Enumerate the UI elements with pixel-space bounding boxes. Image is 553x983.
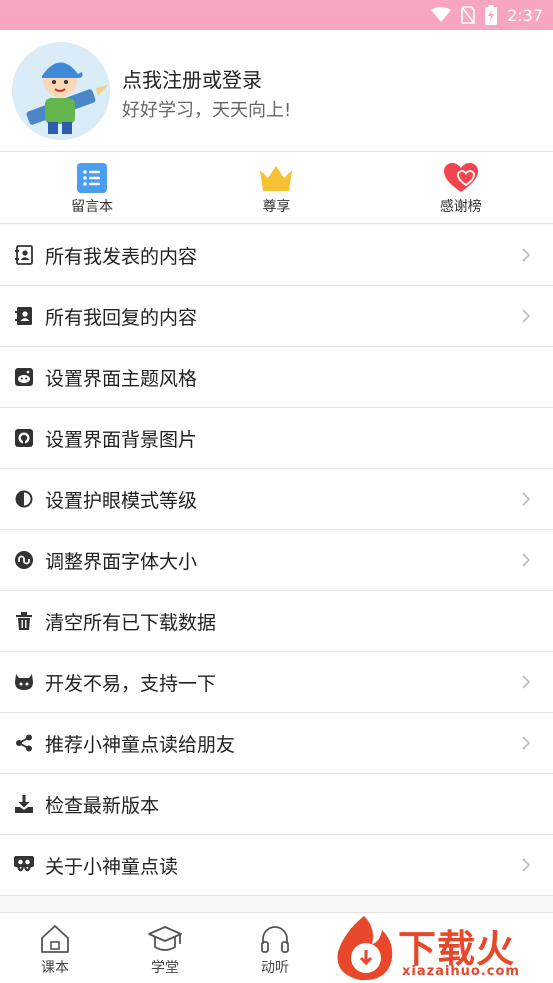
- tab-audio[interactable]: 动听: [220, 913, 330, 983]
- menu-background[interactable]: 设置界面背景图片: [0, 408, 553, 469]
- stumbleupon-icon: [13, 549, 35, 571]
- quick-thanks[interactable]: 感谢榜: [369, 152, 553, 223]
- chevron-right-icon: [521, 857, 531, 873]
- status-clock: 2:37: [507, 5, 543, 25]
- status-icons: 2:37: [431, 0, 543, 30]
- profile-motto: 好好学习，天天向上!: [122, 100, 292, 121]
- menu-share[interactable]: 推荐小神童点读给朋友: [0, 713, 553, 774]
- menu-about[interactable]: 关于小神童点读: [0, 835, 553, 896]
- tab-classroom-label: 学堂: [151, 960, 179, 976]
- quick-premium-label: 尊享: [262, 199, 291, 215]
- github-alt-icon: [13, 671, 35, 693]
- menu-clear-data[interactable]: 清空所有已下载数据: [0, 591, 553, 652]
- contrast-icon: [13, 488, 35, 510]
- menu-background-label: 设置界面背景图片: [45, 428, 198, 451]
- reddit-icon: [13, 366, 35, 388]
- menu-my-posts-label: 所有我发表的内容: [45, 245, 198, 268]
- chevron-right-icon: [521, 308, 531, 324]
- crown-icon: [259, 162, 293, 194]
- quick-actions: 留言本 尊享 感谢榜: [0, 152, 553, 224]
- battery-charging-icon: [485, 5, 498, 25]
- list-icon: [75, 162, 109, 194]
- watermark-subtitle: xiazaihuo.com: [402, 964, 520, 979]
- tab-textbook-label: 课本: [41, 960, 69, 976]
- download-icon: [13, 793, 35, 815]
- graduation-cap-icon: [147, 923, 183, 955]
- menu-font-size[interactable]: 调整界面字体大小: [0, 530, 553, 591]
- profile-header[interactable]: 点我注册或登录 好好学习，天天向上!: [0, 30, 553, 152]
- tab-textbook[interactable]: 课本: [0, 913, 110, 983]
- menu-my-posts[interactable]: 所有我发表的内容: [0, 225, 553, 286]
- hearts-icon: [443, 162, 478, 194]
- menu-check-update-label: 检查最新版本: [45, 794, 160, 817]
- github-icon: [13, 427, 35, 449]
- trash-icon: [13, 610, 35, 632]
- home-icon: [37, 923, 73, 955]
- tab-audio-label: 动听: [261, 960, 289, 976]
- menu-check-update[interactable]: 检查最新版本: [0, 774, 553, 835]
- chevron-right-icon: [521, 674, 531, 690]
- menu-my-replies[interactable]: 所有我回复的内容: [0, 286, 553, 347]
- slideshare-icon: [13, 854, 35, 876]
- headphones-icon: [257, 923, 293, 955]
- chevron-right-icon: [521, 735, 531, 751]
- quick-premium[interactable]: 尊享: [184, 152, 368, 223]
- wifi-icon: [431, 7, 452, 23]
- menu-eye-care-label: 设置护眼模式等级: [45, 489, 198, 512]
- menu-eye-care[interactable]: 设置护眼模式等级: [0, 469, 553, 530]
- quick-thanks-label: 感谢榜: [439, 199, 482, 215]
- no-sim-icon: [461, 6, 475, 24]
- flame-logo-icon: [337, 916, 393, 981]
- chevron-right-icon: [521, 491, 531, 507]
- login-prompt[interactable]: 点我注册或登录: [122, 64, 262, 93]
- menu-theme[interactable]: 设置界面主题风格: [0, 347, 553, 408]
- chevron-right-icon: [521, 552, 531, 568]
- settings-menu: 所有我发表的内容 所有我回复的内容 设置界面主题风格 设置界面背景图片 设置护眼…: [0, 225, 553, 896]
- chevron-right-icon: [521, 247, 531, 263]
- menu-theme-label: 设置界面主题风格: [45, 367, 198, 390]
- tab-classroom[interactable]: 学堂: [110, 913, 220, 983]
- status-bar: 2:37: [0, 0, 553, 30]
- menu-about-label: 关于小神童点读: [45, 855, 179, 878]
- contact-book-icon: [13, 244, 35, 266]
- contact-book-filled-icon: [13, 305, 35, 327]
- watermark: 下载火 xiazaihuo.com: [330, 912, 553, 983]
- menu-my-replies-label: 所有我回复的内容: [45, 306, 198, 329]
- menu-support-label: 开发不易，支持一下: [45, 672, 217, 695]
- menu-font-size-label: 调整界面字体大小: [45, 550, 198, 573]
- quick-guestbook[interactable]: 留言本: [0, 152, 184, 223]
- menu-clear-data-label: 清空所有已下载数据: [45, 611, 217, 634]
- avatar[interactable]: [12, 42, 110, 140]
- quick-guestbook-label: 留言本: [71, 199, 114, 215]
- menu-support[interactable]: 开发不易，支持一下: [0, 652, 553, 713]
- menu-share-label: 推荐小神童点读给朋友: [45, 733, 236, 756]
- share-icon: [13, 732, 35, 754]
